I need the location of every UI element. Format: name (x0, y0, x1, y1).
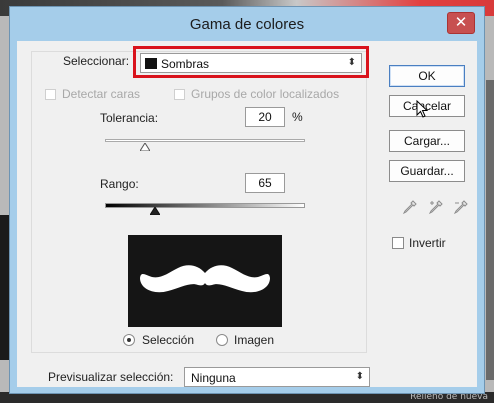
selection-radio[interactable] (123, 334, 135, 346)
preview-select-value: Ninguna (191, 371, 236, 385)
image-radio[interactable] (216, 334, 228, 346)
shadow-swatch-icon (145, 58, 157, 69)
tolerance-slider-track[interactable] (105, 139, 305, 142)
mustache-preview-image (140, 265, 270, 293)
select-label: Seleccionar: (63, 54, 130, 68)
eyedropper-subtract-icon[interactable] (453, 199, 469, 215)
invert-checkbox[interactable] (392, 237, 404, 249)
selection-preview (128, 235, 282, 327)
select-value: Sombras (161, 57, 210, 71)
ok-button[interactable]: OK (389, 65, 465, 87)
load-button[interactable]: Cargar... (389, 130, 465, 152)
localized-groups-checkbox[interactable] (174, 89, 185, 100)
eyedropper-icon[interactable] (402, 199, 418, 215)
select-dropdown[interactable]: Sombras ⬍ (140, 53, 362, 73)
tolerance-input[interactable]: 20 (245, 107, 285, 127)
detect-faces-checkbox[interactable] (45, 89, 56, 100)
save-button[interactable]: Guardar... (389, 160, 465, 182)
updown-arrow-icon: ⬍ (355, 371, 364, 382)
tolerance-unit: % (292, 110, 303, 124)
preview-select-label: Previsualizar selección: (48, 370, 174, 384)
preview-select-dropdown[interactable]: Ninguna ⬍ (184, 367, 370, 387)
dialog-title: Gama de colores (189, 16, 305, 33)
mouse-cursor-icon (416, 100, 429, 118)
dialog-content: Seleccionar: Sombras ⬍ Detectar caras Gr… (17, 41, 477, 387)
color-range-dialog: Gama de colores ✕ Seleccionar: Sombras ⬍… (9, 6, 485, 394)
range-slider-track[interactable] (105, 203, 305, 208)
eyedropper-add-icon[interactable] (428, 199, 444, 215)
background-panel (486, 80, 494, 380)
localized-groups-label: Grupos de color localizados (191, 87, 340, 101)
image-radio-label: Imagen (234, 333, 275, 347)
range-slider-thumb[interactable] (150, 207, 160, 215)
selection-radio-label: Selección (142, 333, 195, 347)
title-bar[interactable]: Gama de colores ✕ (10, 7, 484, 41)
tolerance-slider-thumb[interactable] (140, 143, 150, 151)
close-icon: ✕ (454, 14, 468, 31)
range-input[interactable]: 65 (245, 173, 285, 193)
close-button[interactable]: ✕ (447, 12, 475, 34)
range-label: Rango: (100, 177, 139, 191)
updown-arrow-icon: ⬍ (347, 57, 356, 68)
invert-label: Invertir (409, 236, 446, 250)
tolerance-label: Tolerancia: (100, 111, 159, 125)
detect-faces-label: Detectar caras (62, 87, 141, 101)
